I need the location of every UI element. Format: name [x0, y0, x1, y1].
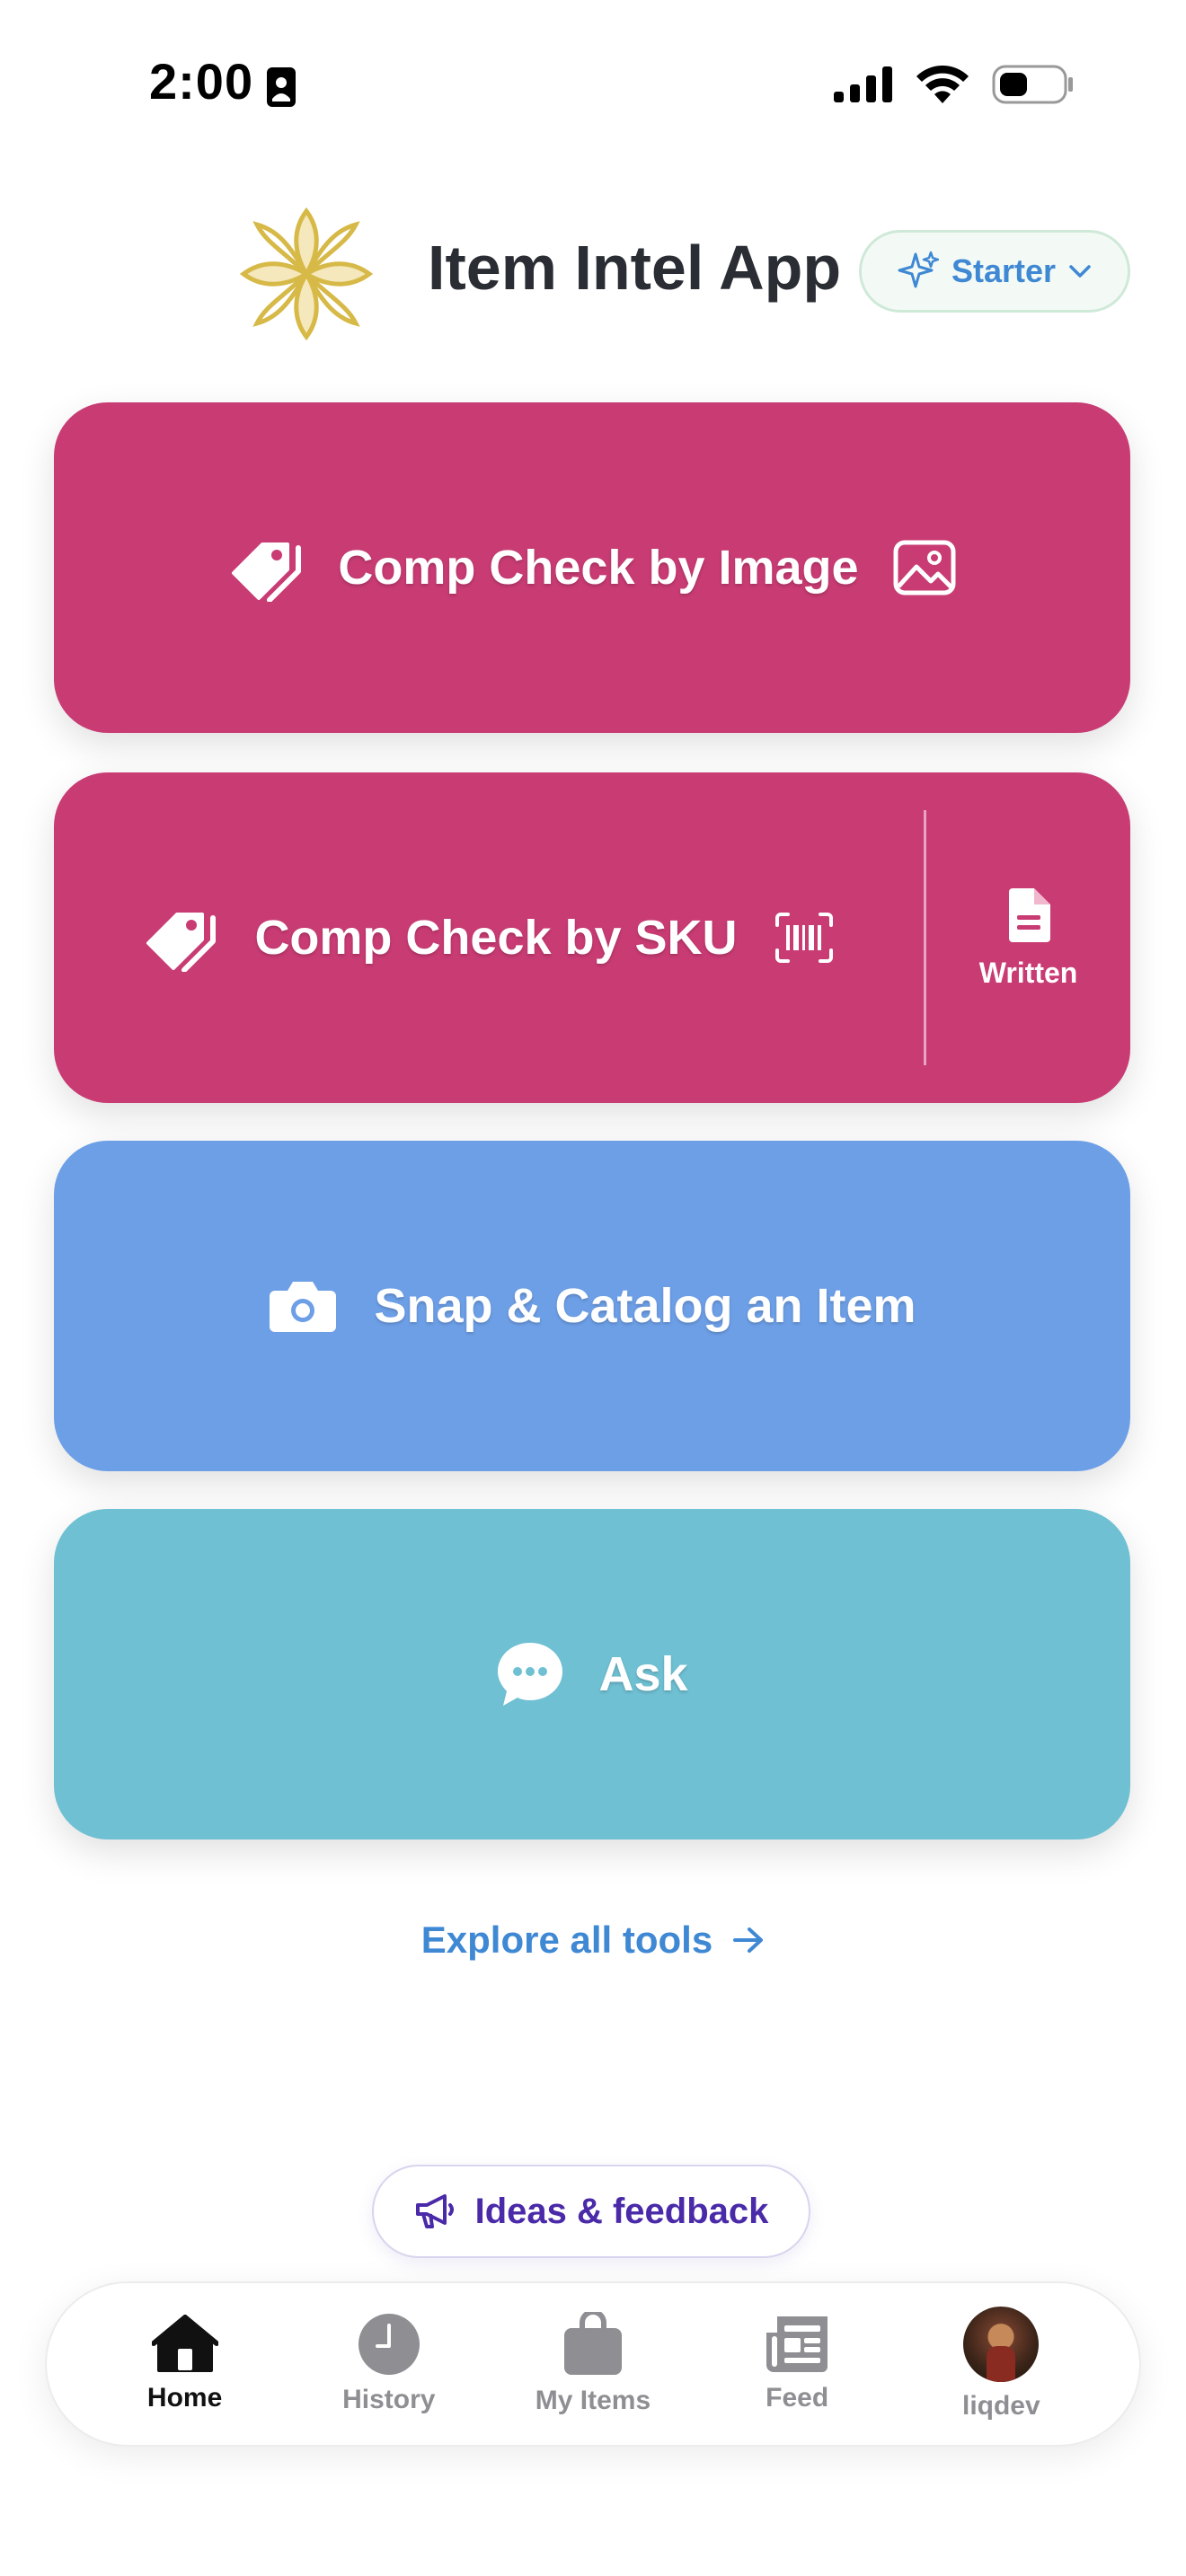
- newspaper-icon: [766, 2316, 828, 2372]
- tab-feed-label: Feed: [766, 2383, 829, 2413]
- sparkle-icon: [898, 251, 939, 288]
- plan-selector[interactable]: Starter: [859, 230, 1130, 313]
- comp-check-image-button[interactable]: Comp Check by Image: [54, 402, 1130, 733]
- written-label: Written: [978, 956, 1078, 989]
- contact-card-icon: [266, 66, 296, 112]
- clock-icon: [358, 2314, 420, 2375]
- home-icon: [151, 2315, 218, 2372]
- tag-icon: [232, 543, 302, 602]
- tab-feed[interactable]: Feed: [707, 2315, 887, 2413]
- document-icon: [1008, 887, 1050, 942]
- app-title: Item Intel App: [428, 233, 842, 303]
- ask-button[interactable]: Ask: [54, 1509, 1130, 1839]
- ideas-feedback-button[interactable]: Ideas & feedback: [372, 2165, 810, 2258]
- tab-my-items[interactable]: My Items: [503, 2312, 683, 2416]
- bottom-tab-bar: Home History My Items Feed liqdev: [45, 2281, 1141, 2447]
- explore-all-tools-link[interactable]: Explore all tools: [0, 1919, 1186, 1962]
- wifi-icon: [916, 66, 969, 103]
- status-indicators: [834, 65, 1075, 104]
- status-bar: 2:00: [0, 0, 1186, 171]
- chat-bubble-icon: [498, 1643, 563, 1706]
- tab-profile-label: liqdev: [961, 2391, 1040, 2421]
- snap-catalog-button[interactable]: Snap & Catalog an Item: [54, 1141, 1130, 1471]
- app-logo: [230, 198, 383, 350]
- plan-label: Starter: [951, 252, 1057, 289]
- comp-check-sku-label: Comp Check by SKU: [254, 911, 738, 965]
- snap-catalog-label: Snap & Catalog an Item: [374, 1279, 916, 1333]
- status-time: 2:00: [149, 53, 254, 110]
- ask-label: Ask: [598, 1647, 688, 1701]
- tab-my-items-label: My Items: [535, 2386, 651, 2415]
- written-sku-button[interactable]: Written: [926, 772, 1130, 1103]
- arrow-right-icon: [733, 1928, 764, 1953]
- avatar: [963, 2307, 1040, 2382]
- barcode-icon: [774, 913, 833, 963]
- home-screen: 2:00 Item Intel App Starter Comp Check b…: [0, 0, 1186, 2576]
- chevron-down-icon: [1069, 265, 1091, 278]
- tag-icon: [146, 913, 217, 972]
- tab-history[interactable]: History: [299, 2313, 479, 2415]
- image-icon: [893, 540, 956, 595]
- tab-home[interactable]: Home: [95, 2315, 275, 2413]
- feedback-label: Ideas & feedback: [474, 2191, 769, 2231]
- camera-icon: [270, 1282, 337, 1332]
- battery-icon: [992, 65, 1073, 104]
- cellular-signal-icon: [834, 66, 892, 102]
- tab-home-label: Home: [146, 2383, 223, 2413]
- comp-check-sku-card: Comp Check by SKU Written: [54, 772, 1130, 1103]
- tab-history-label: History: [342, 2385, 436, 2414]
- bag-icon: [563, 2312, 622, 2375]
- megaphone-icon: [415, 2194, 454, 2228]
- comp-check-image-label: Comp Check by Image: [338, 541, 859, 595]
- tab-profile[interactable]: liqdev: [911, 2307, 1091, 2422]
- explore-label: Explore all tools: [420, 1919, 713, 1961]
- comp-check-sku-button[interactable]: Comp Check by SKU: [54, 772, 924, 1103]
